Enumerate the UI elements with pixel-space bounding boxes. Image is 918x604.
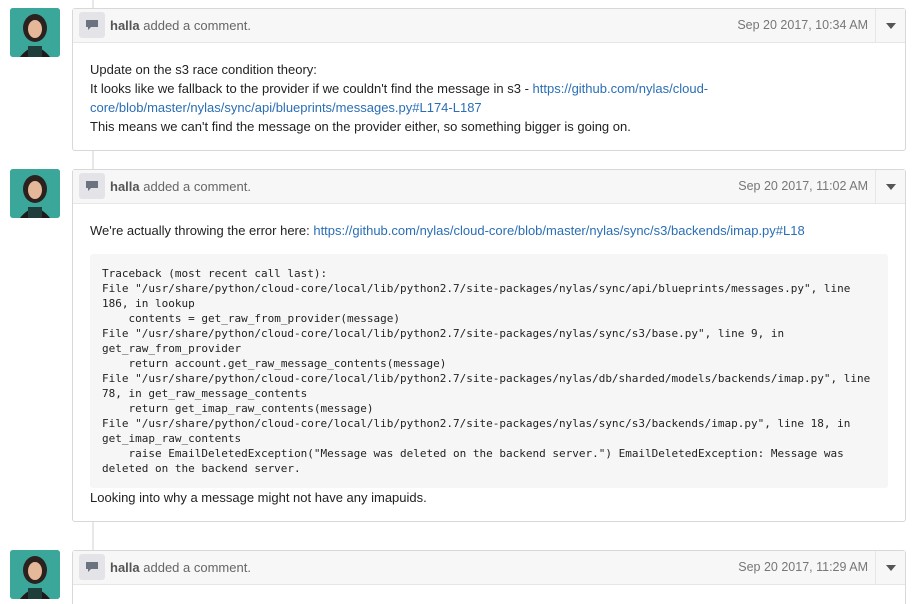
comment-box: halla added a comment. Sep 20 2017, 11:2…	[72, 550, 906, 604]
comment-body: Update on the s3 race condition theory: …	[73, 43, 905, 150]
header-text: halla added a comment.	[110, 179, 251, 194]
caret-down-icon[interactable]	[875, 170, 905, 204]
timestamp[interactable]: Sep 20 2017, 10:34 AM	[737, 18, 868, 32]
action-text: added a comment.	[143, 179, 251, 194]
author-name[interactable]: halla	[110, 18, 140, 33]
comment-text: This means we can't find the message on …	[90, 119, 631, 134]
avatar[interactable]	[10, 169, 60, 218]
author-name[interactable]: halla	[110, 560, 140, 575]
comment-header: halla added a comment. Sep 20 2017, 10:3…	[73, 9, 905, 43]
comment-box: halla added a comment. Sep 20 2017, 11:0…	[72, 169, 906, 522]
caret-down-icon[interactable]	[875, 9, 905, 43]
header-text: halla added a comment.	[110, 18, 251, 33]
speech-bubble-icon	[79, 12, 105, 38]
comment-text: Update on the s3 race condition theory:	[90, 62, 317, 77]
avatar[interactable]	[10, 8, 60, 57]
comment-text-span: It looks like we fallback to the provide…	[90, 81, 533, 96]
comment-text: It looks like we fallback to the provide…	[90, 79, 888, 117]
avatar-image	[10, 8, 60, 57]
avatar-image	[10, 550, 60, 599]
comment-text: We're actually throwing the error here: …	[90, 221, 888, 240]
timestamp[interactable]: Sep 20 2017, 11:29 AM	[738, 560, 868, 574]
author-name[interactable]: halla	[110, 179, 140, 194]
comment-header: halla added a comment. Sep 20 2017, 11:2…	[73, 551, 905, 585]
github-link[interactable]: https://github.com/nylas/cloud-core/blob…	[313, 223, 804, 238]
speech-bubble-icon	[79, 173, 105, 199]
caret-down-icon[interactable]	[875, 551, 905, 585]
speech-bubble-icon	[79, 554, 105, 580]
action-text: added a comment.	[143, 18, 251, 33]
comment-header: halla added a comment. Sep 20 2017, 11:0…	[73, 170, 905, 204]
avatar-image	[10, 169, 60, 218]
traceback-code-block: Traceback (most recent call last): File …	[90, 254, 888, 488]
comment-text-span: We're actually throwing the error here:	[90, 223, 314, 238]
avatar[interactable]	[10, 550, 60, 599]
comment-text: Looking into why a message might not hav…	[90, 490, 427, 505]
action-text: added a comment.	[143, 560, 251, 575]
comment-body: We're actually throwing the error here: …	[73, 204, 905, 521]
header-text: halla added a comment.	[110, 560, 251, 575]
comment-box: halla added a comment. Sep 20 2017, 10:3…	[72, 8, 906, 151]
timestamp[interactable]: Sep 20 2017, 11:02 AM	[738, 179, 868, 193]
